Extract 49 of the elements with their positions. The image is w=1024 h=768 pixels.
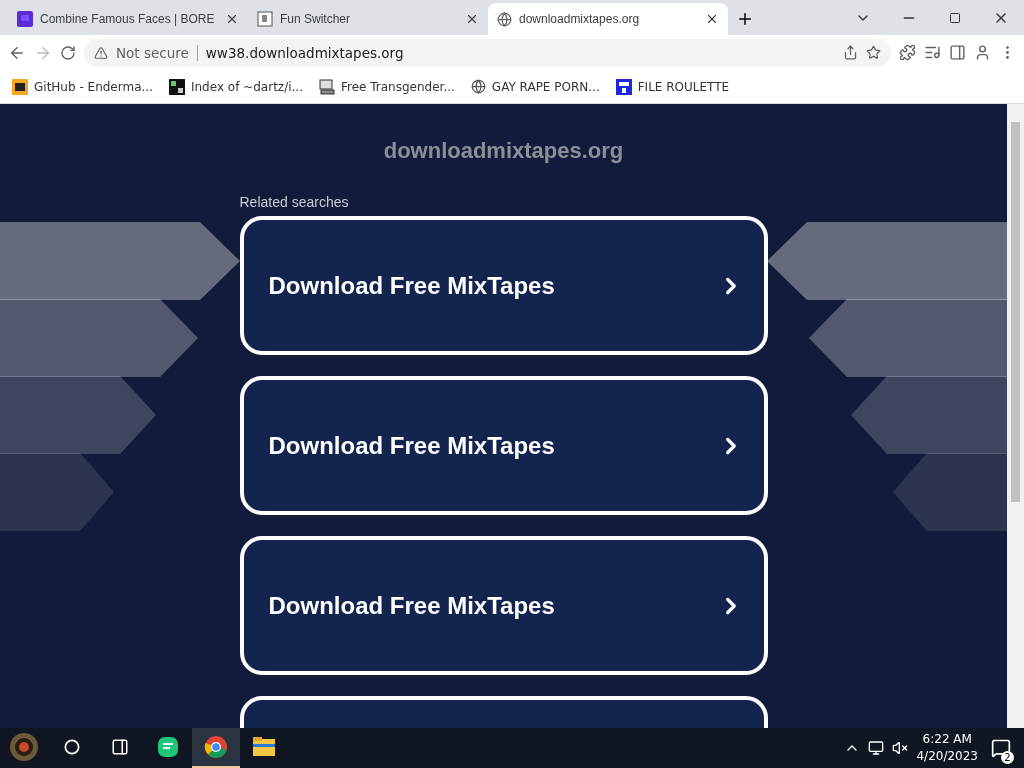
notification-count: 2 <box>1001 751 1014 764</box>
close-icon[interactable] <box>465 12 479 26</box>
globe-icon <box>470 79 486 94</box>
search-result-link[interactable]: Download Free MixTapes <box>239 216 768 355</box>
chat-icon[interactable] <box>157 736 179 758</box>
network-icon[interactable] <box>868 740 885 756</box>
floppy-icon <box>615 78 632 95</box>
globe-icon <box>497 11 512 27</box>
share-icon[interactable] <box>843 45 858 60</box>
browser-tab[interactable]: downloadmixtapes.org <box>488 3 728 35</box>
media-icon[interactable] <box>924 44 941 61</box>
security-label: Not secure <box>116 44 198 61</box>
bookmark-link[interactable]: FILE ROULETTE <box>637 79 730 94</box>
search-result-link[interactable]: Download Free MixTapes <box>239 536 768 675</box>
new-tab-icon[interactable] <box>736 10 754 28</box>
close-icon[interactable] <box>225 12 239 26</box>
browser-tab[interactable]: Combine Famous Faces | BORE <box>8 3 248 35</box>
scrollbar[interactable] <box>1007 104 1024 728</box>
favicon-icon <box>17 11 33 27</box>
time-text: 6:22 AM <box>922 731 972 748</box>
search-result-link[interactable]: Download Free MixTapes <box>239 376 768 515</box>
clock[interactable]: 6:22 AM 4/20/2023 <box>916 731 978 765</box>
browser-tab[interactable]: Fun Switcher <box>248 3 488 35</box>
grid-icon <box>168 78 185 95</box>
folder-icon[interactable] <box>252 736 276 758</box>
side-panel-icon[interactable] <box>949 44 966 61</box>
profile-icon[interactable] <box>974 44 991 61</box>
address-bar[interactable]: Not secure ww38.downloadmixtapes.org <box>84 38 891 67</box>
task-view-icon[interactable] <box>111 738 129 756</box>
favicon-icon <box>12 78 28 95</box>
chrome-icon[interactable] <box>204 735 228 759</box>
restore-icon[interactable] <box>949 11 961 24</box>
computer-icon <box>318 78 335 95</box>
bookmark-link[interactable]: Index of ~dartz/i... <box>190 79 303 94</box>
extensions-icon[interactable] <box>899 44 916 61</box>
bookmark-link[interactable]: Free Transgender... <box>340 79 455 94</box>
star-icon[interactable] <box>866 45 881 60</box>
page-icon <box>257 11 273 27</box>
muted-speaker-icon[interactable] <box>892 740 909 756</box>
close-icon[interactable] <box>705 12 719 26</box>
url-text: ww38.downloadmixtapes.org <box>205 44 405 61</box>
date-text: 4/20/2023 <box>916 748 978 765</box>
warning-icon <box>94 45 108 60</box>
site-title: downloadmixtapes.org <box>382 138 625 164</box>
bookmark-link[interactable]: GitHub - Enderma... <box>34 79 153 94</box>
bookmark-link[interactable]: GAY RAPE PORN... <box>491 79 600 94</box>
section-heading: Related searches <box>239 194 350 210</box>
reload-icon[interactable] <box>60 44 76 61</box>
search-icon[interactable] <box>64 739 80 755</box>
